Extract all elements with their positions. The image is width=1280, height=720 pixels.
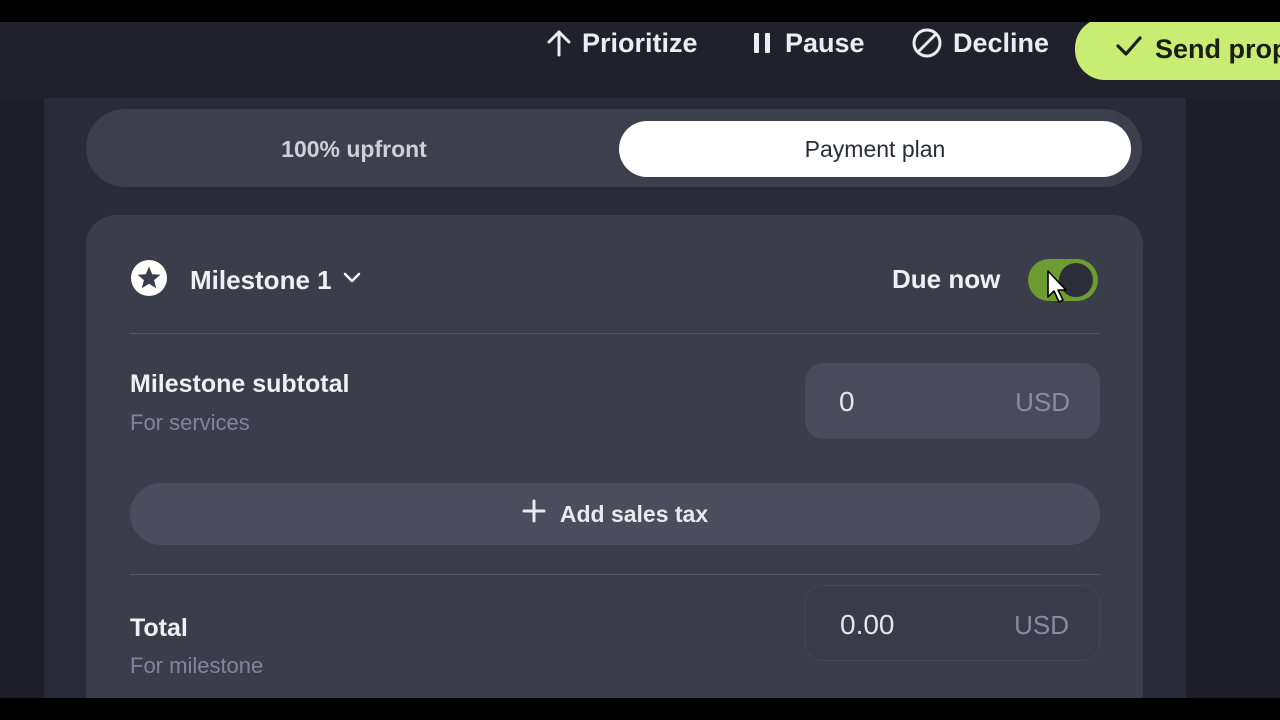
total-value: 0.00 [840, 609, 895, 640]
plus-icon [522, 499, 546, 529]
mouse-cursor-icon [1046, 269, 1070, 310]
subtotal-input[interactable]: 0 USD [805, 363, 1100, 439]
subtotal-label: Milestone subtotal [130, 370, 350, 398]
decline-label: Decline [953, 27, 1050, 58]
total-label: Total [130, 614, 188, 642]
divider [130, 574, 1100, 575]
divider [130, 333, 1100, 334]
left-panel [0, 98, 44, 698]
ban-icon [911, 27, 943, 59]
add-sales-tax-label: Add sales tax [559, 500, 709, 527]
check-icon [1115, 34, 1143, 65]
total-display: 0.00 USD [805, 585, 1100, 661]
prioritize-button[interactable]: Prioritize [546, 22, 698, 64]
due-now-label: Due now [892, 264, 1001, 294]
pause-button[interactable]: Pause [751, 22, 865, 64]
milestone-title: Milestone 1 [190, 264, 332, 295]
milestone-card: Milestone 1 Due now Milestone subtotal F… [86, 215, 1143, 698]
add-sales-tax-button[interactable]: Add sales tax [130, 483, 1100, 545]
payment-mode-switch: 100% upfront Payment plan [86, 109, 1142, 187]
send-proposal-button[interactable]: Send prop [1075, 22, 1280, 80]
app-window: Prioritize Pause Decline Send prop 100% … [0, 22, 1280, 698]
decline-button[interactable]: Decline [911, 22, 1049, 64]
subtotal-currency: USD [1015, 387, 1070, 417]
option-upfront[interactable]: 100% upfront [98, 121, 610, 177]
right-panel [1186, 98, 1280, 698]
star-icon [130, 259, 168, 302]
option-payment-plan[interactable]: Payment plan [619, 121, 1131, 177]
top-toolbar: Prioritize Pause Decline Send prop [0, 22, 1280, 98]
prioritize-label: Prioritize [582, 27, 698, 58]
arrow-up-icon [546, 29, 572, 57]
chevron-down-icon [342, 271, 362, 290]
pause-icon [751, 31, 775, 55]
total-currency: USD [1014, 610, 1069, 640]
milestone-header[interactable]: Milestone 1 [130, 259, 362, 301]
subtotal-sublabel: For services [130, 410, 250, 435]
pause-label: Pause [785, 27, 865, 58]
send-label: Send prop [1155, 33, 1280, 64]
total-sublabel: For milestone [130, 653, 264, 678]
subtotal-value: 0 [839, 386, 855, 417]
